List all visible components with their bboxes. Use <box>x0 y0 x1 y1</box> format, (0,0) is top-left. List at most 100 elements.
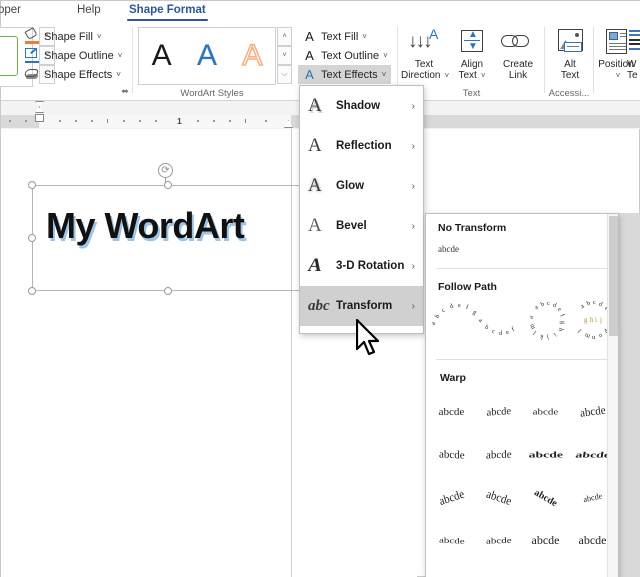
text-effects-button[interactable]: A Text Effects ˅ <box>298 65 391 84</box>
shape-outline-label: Shape Outline <box>44 49 114 62</box>
tab-shape-format[interactable]: Shape Format <box>123 3 212 21</box>
gallery-scrollbar-thumb[interactable] <box>609 216 618 336</box>
shadow-icon: A <box>308 95 322 116</box>
3d-rotation-icon: A <box>306 255 324 276</box>
rotate-handle[interactable]: ⟳ <box>158 163 173 178</box>
warp-option-1[interactable]: abcde <box>428 390 475 433</box>
create-link-label-1: Create <box>502 59 533 70</box>
warp-option-5[interactable]: abcde <box>428 433 475 476</box>
wordart-text-commands: A Text Fill ˅ A Text Outline ˅ A Text Ef… <box>298 27 391 84</box>
wordart-style-2[interactable]: A <box>197 41 217 71</box>
warp-option-2[interactable]: abcde <box>475 390 522 433</box>
first-line-indent-marker[interactable] <box>35 101 44 107</box>
wordart-more-button[interactable]: ⌵ <box>277 65 292 84</box>
chevron-down-icon[interactable]: ˅ <box>382 70 387 79</box>
section-divider <box>436 268 608 269</box>
group-divider <box>397 27 398 93</box>
resize-handle-bottom-center[interactable] <box>164 287 172 295</box>
wordart-scroll-up-button[interactable]: ˄ <box>277 27 292 46</box>
align-text-label-1: Align <box>460 59 484 70</box>
chevron-right-icon: › <box>411 140 415 152</box>
warp-option-6[interactable]: abcde <box>475 433 522 476</box>
wordart-styles-gallery[interactable]: A A A <box>138 27 276 85</box>
resize-handle-bottom-left[interactable] <box>28 287 36 295</box>
reflection-icon: A <box>308 135 322 156</box>
bevel-icon: A <box>308 215 322 236</box>
warp-option-9[interactable]: abcde <box>428 476 475 519</box>
hanging-indent-marker[interactable] <box>35 107 44 113</box>
chevron-down-icon[interactable]: ˅ <box>116 70 121 79</box>
warp-option-15[interactable]: abcde <box>522 519 569 562</box>
text-direction-label-2: Direction <box>401 70 441 81</box>
wordart-style-1[interactable]: A <box>152 41 172 71</box>
shape-fill-button[interactable]: Shape Fill ˅ <box>21 27 125 46</box>
shape-effects-icon <box>23 67 41 82</box>
tab-help[interactable]: Help <box>71 3 107 17</box>
warp-option-7[interactable]: abcde <box>522 433 569 476</box>
shape-styles-commands: Shape Fill ˅ Shape Outline ˅ Shape Effec… <box>21 27 125 84</box>
chevron-down-icon[interactable]: ˅ <box>481 71 486 80</box>
follow-path-arch-option[interactable]: a b c d e f g a b c d e f <box>430 300 520 350</box>
menu-item-reflection[interactable]: A Reflection › <box>300 126 423 166</box>
text-outline-button[interactable]: A Text Outline ˅ <box>298 46 391 65</box>
warp-option-13[interactable]: abcde <box>428 519 475 562</box>
shape-thumbnail[interactable] <box>0 36 18 76</box>
menu-item-bevel[interactable]: A Bevel › <box>300 206 423 246</box>
menu-item-reflection-label: Reflection <box>336 140 392 152</box>
text-effects-menu[interactable]: A Shadow › A Reflection › A Glow › A Bev… <box>299 85 424 334</box>
chevron-down-icon[interactable]: ˅ <box>383 51 388 60</box>
gallery-scrollbar[interactable] <box>607 214 618 577</box>
text-effects-label: Text Effects <box>321 68 378 81</box>
follow-path-circle-option[interactable]: a b c d e f g h i j k l m a <box>526 300 568 350</box>
warp-option-10[interactable]: abcde <box>475 476 522 519</box>
wordart-text[interactable]: My WordArt <box>46 205 245 247</box>
chevron-right-icon: › <box>411 180 415 192</box>
paint-bucket-icon <box>24 27 41 44</box>
panel-outside-area <box>619 213 640 577</box>
menu-item-transform[interactable]: abc Transform › <box>300 286 423 326</box>
transform-gallery-panel[interactable]: No Transform abcde Follow Path a b c d e… <box>425 213 619 577</box>
no-transform-option[interactable]: abcde <box>426 238 618 264</box>
group-label-wordart-styles: WordArt Styles <box>180 88 244 99</box>
pencil-outline-icon <box>24 47 41 63</box>
shape-effects-label: Shape Effects <box>44 68 113 81</box>
create-link-label-2: Link <box>508 70 528 81</box>
menu-item-bevel-label: Bevel <box>336 220 367 232</box>
wrap-text-icon <box>627 27 640 57</box>
warp-option-11[interactable]: abcde <box>522 476 569 519</box>
warp-heading: Warp <box>440 372 466 384</box>
menu-item-shadow[interactable]: A Shadow › <box>300 86 423 126</box>
warp-option-14[interactable]: abcde <box>475 519 522 562</box>
resize-handle-top-left[interactable] <box>28 181 36 189</box>
text-direction-icon: ↓↓↓ A <box>408 26 439 52</box>
alt-text-button[interactable]: Alt Text <box>547 27 593 81</box>
text-direction-button[interactable]: ↓↓↓ A Text Direction ˅ <box>401 26 449 81</box>
menu-item-3d-rotation[interactable]: A 3-D Rotation › <box>300 246 423 286</box>
shape-styles-dialog-launcher[interactable]: ⬌ <box>119 86 131 98</box>
wrap-text-button[interactable]: W Te <box>627 27 640 81</box>
shape-effects-button[interactable]: Shape Effects ˅ <box>21 65 125 84</box>
resize-handle-middle-left[interactable] <box>28 234 36 242</box>
resize-handle-top-center[interactable] <box>164 181 172 189</box>
text-fill-button[interactable]: A Text Fill ˅ <box>298 27 391 46</box>
align-text-button[interactable]: ▲ ▼ Align Text ˅ <box>449 27 495 81</box>
wordart-scroll-down-button[interactable]: ˅ <box>277 46 292 65</box>
wordart-style-3[interactable]: A <box>242 40 264 72</box>
menu-item-transform-label: Transform <box>336 300 393 312</box>
group-divider <box>132 27 133 93</box>
left-indent-marker[interactable] <box>35 114 44 122</box>
shape-outline-button[interactable]: Shape Outline ˅ <box>21 46 125 65</box>
chevron-down-icon[interactable]: ˅ <box>118 51 123 60</box>
tab-developer[interactable]: eloper <box>0 3 27 17</box>
group-label-accessibility: Accessi... <box>548 88 590 99</box>
text-fill-label: Text Fill <box>321 30 359 43</box>
chevron-right-icon: › <box>411 300 415 312</box>
chevron-down-icon[interactable]: ˅ <box>97 32 102 41</box>
menu-item-glow[interactable]: A Glow › <box>300 166 423 206</box>
warp-option-3[interactable]: abcde <box>522 390 569 433</box>
word-window: eloper Help Shape Format ˄ ˅ ⌵ Shape Fil… <box>0 0 640 577</box>
create-link-button[interactable]: Create Link <box>495 27 541 81</box>
chevron-down-icon[interactable]: ˅ <box>362 32 367 41</box>
ruler-page-area <box>39 115 291 128</box>
menu-item-glow-label: Glow <box>336 180 365 192</box>
